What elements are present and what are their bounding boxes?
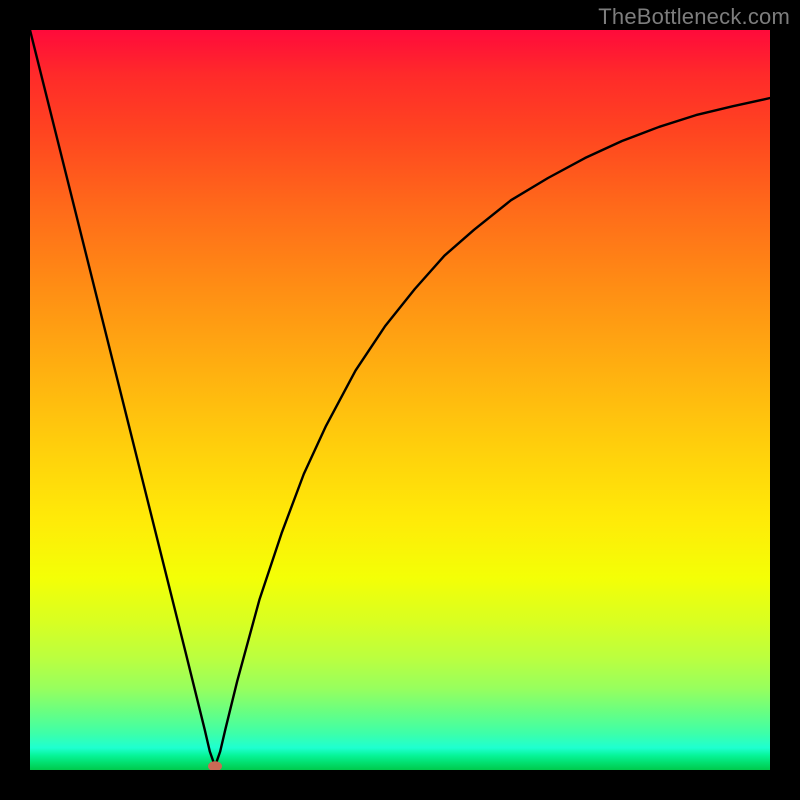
plot-area: [30, 30, 770, 770]
optimal-marker: [208, 761, 222, 770]
chart-frame: TheBottleneck.com: [0, 0, 800, 800]
bottleneck-curve: [30, 30, 770, 766]
curve-svg: [30, 30, 770, 770]
watermark-text: TheBottleneck.com: [598, 4, 790, 30]
